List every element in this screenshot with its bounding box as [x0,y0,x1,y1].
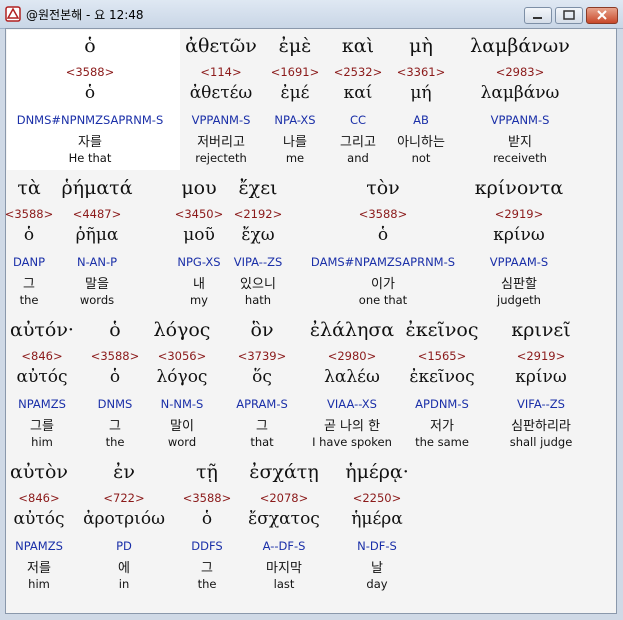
close-icon [597,10,607,20]
word-5-strong[interactable]: <2983> [420,65,616,79]
word-23-lemma: ἡμέρα [351,509,403,529]
word-11-kor: 심판할 [501,277,537,292]
title-bar: @원전본해 - 요 12:48 [0,0,623,29]
word-11-eng: judgeth [497,293,541,307]
maximize-icon [563,10,575,20]
app-icon [5,6,21,22]
word-5-lemma: λαμβάνω [480,83,560,103]
word-5-morph: VPPANM-S [490,113,550,127]
word-11-gk[interactable]: κρίνοντα [419,177,616,199]
word-18-lemma: κρίνω [515,367,567,387]
word-5-gk[interactable]: λαμβάνων [420,35,616,57]
minimize-button[interactable] [524,7,552,24]
word-11-lemma: κρίνω [493,225,545,245]
word-18-eng: shall judge [509,435,573,449]
interlinear-panel: ὁ <3588> ὁ DNMS#NPNMZSAPRNM-S 자를 He that ἀθετῶ… [5,28,617,614]
word-5-kor: 받지 [508,135,532,150]
word-18-gk[interactable]: κρινεῖ [441,319,616,341]
word-18-strong[interactable]: <2919> [441,349,616,363]
word-23-morph: N-DF-S [357,539,397,553]
minimize-icon [533,17,542,19]
word-11-morph: VPPAAM-S [489,255,549,269]
word-23-strong[interactable]: <2250> [277,491,477,505]
window-title: @원전본해 - 요 12:48 [26,8,144,22]
word-23-eng: day [366,577,388,591]
maximize-button[interactable] [555,7,583,24]
word-11-strong[interactable]: <2919> [419,207,616,221]
word-5-eng: receiveth [493,151,547,165]
word-23-kor: 날 [371,561,383,576]
word-23-gk[interactable]: ἡμέρᾳ· [277,461,477,483]
close-button[interactable] [586,7,618,24]
word-18-kor: 심판하리라 [511,419,571,434]
word-18-morph: VIFA--ZS [517,397,565,411]
